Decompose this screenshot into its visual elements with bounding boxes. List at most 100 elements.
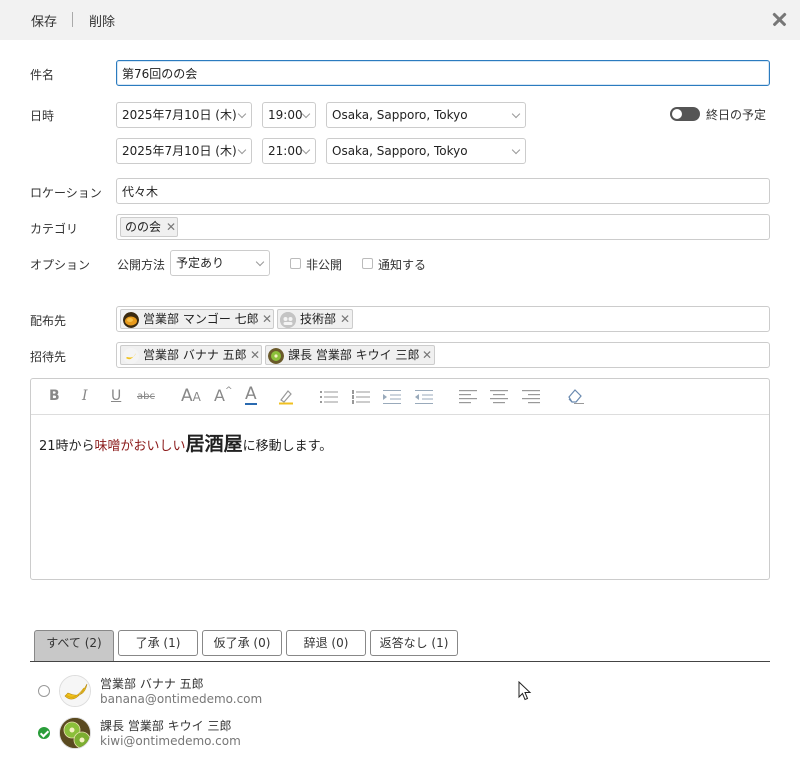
chevron-down-icon [237, 109, 247, 119]
mango-avatar-icon [123, 312, 139, 328]
kiwi-avatar-icon [59, 717, 91, 749]
bullet-list-icon[interactable] [320, 389, 338, 407]
chevron-down-icon [255, 257, 265, 267]
invitees-label: 招待先 [30, 350, 67, 364]
content-colored-text: 味噌がおいしい [94, 439, 186, 454]
invitees-field[interactable]: 営業部 バナナ 五郎 ✕ 課長 営業部 キウイ 三郎 ✕ [116, 342, 770, 368]
category-label: カテゴリ [30, 222, 79, 236]
chevron-down-icon [301, 109, 311, 119]
remove-tag-icon[interactable]: ✕ [340, 310, 350, 328]
private-label: 非公開 [306, 258, 343, 272]
category-field[interactable]: のの会 ✕ [116, 214, 770, 240]
highlight-icon[interactable] [277, 387, 295, 405]
tab-all[interactable]: すべて (2) [34, 630, 114, 661]
tab-tentative[interactable]: 仮了承 (0) [202, 630, 282, 656]
notify-label: 通知する [378, 258, 427, 272]
tag-label: 技術部 [300, 312, 337, 326]
remove-tag-icon[interactable]: ✕ [422, 346, 432, 364]
start-date-select[interactable]: 2025年7月10日 (木) [116, 102, 252, 128]
remove-tag-icon[interactable]: ✕ [262, 310, 272, 328]
outdent-icon[interactable] [415, 389, 433, 407]
end-date-select[interactable]: 2025年7月10日 (木) [116, 138, 252, 164]
top-toolbar: 保存 削除 [0, 0, 800, 40]
font-color-icon[interactable]: A [245, 385, 257, 405]
editor-toolbar: B I U abc AA A^ A [31, 379, 769, 415]
tab-declined[interactable]: 辞退 (0) [286, 630, 366, 656]
distribution-field[interactable]: 営業部 マンゴー 七郎 ✕ 技術部 ✕ [116, 306, 770, 332]
align-right-icon[interactable] [522, 389, 540, 407]
group-avatar-icon [280, 312, 296, 328]
end-timezone-select[interactable]: Osaka, Sapporo, Tokyo [326, 138, 526, 164]
chevron-down-icon [511, 145, 521, 155]
attendee-status-radio[interactable] [38, 685, 50, 697]
start-timezone-select[interactable]: Osaka, Sapporo, Tokyo [326, 102, 526, 128]
end-date-value: 2025年7月10日 (木) [122, 144, 237, 158]
options-label: オプション [30, 258, 91, 272]
clear-format-icon[interactable] [566, 387, 584, 405]
tab-accepted[interactable]: 了承 (1) [118, 630, 198, 656]
align-center-icon[interactable] [490, 389, 508, 407]
font-size-icon[interactable]: A^ [214, 386, 233, 405]
strikethrough-icon[interactable]: abc [137, 391, 155, 409]
attendee-email: banana@ontimedemo.com [100, 692, 263, 706]
visibility-select[interactable]: 予定あり [170, 250, 270, 276]
save-button[interactable]: 保存 [31, 11, 57, 30]
visibility-value: 予定あり [176, 256, 225, 270]
distribution-tag: 営業部 マンゴー 七郎 ✕ [120, 309, 274, 329]
toggle-knob [672, 109, 682, 119]
toolbar-divider [72, 12, 73, 27]
attendee-name: 課長 営業部 キウイ 三郎 [100, 719, 232, 733]
delete-button[interactable]: 削除 [89, 11, 115, 30]
rich-text-editor: B I U abc AA A^ A 21時から味噌がおいしい居酒屋に移動します。 [30, 378, 770, 580]
datetime-label: 日時 [30, 109, 55, 123]
location-input[interactable] [116, 178, 770, 204]
indent-icon[interactable] [383, 389, 401, 407]
attendee-email: kiwi@ontimedemo.com [100, 734, 241, 748]
align-left-icon[interactable] [459, 389, 477, 407]
content-bold-text: 居酒屋 [185, 433, 243, 455]
subject-input[interactable] [116, 60, 770, 86]
kiwi-avatar-icon [268, 348, 284, 364]
start-date-value: 2025年7月10日 (木) [122, 108, 237, 122]
accepted-check-icon [38, 727, 50, 739]
category-tag: のの会 ✕ [120, 217, 178, 237]
content-text: 21時から [39, 439, 95, 454]
banana-avatar-icon [123, 348, 139, 364]
allday-label: 終日の予定 [706, 108, 767, 122]
chevron-down-icon [301, 145, 311, 155]
distribution-tag: 技術部 ✕ [277, 309, 353, 329]
remove-tag-icon[interactable]: ✕ [166, 218, 176, 236]
subject-label: 件名 [30, 68, 55, 82]
font-family-icon[interactable]: AA [181, 386, 201, 406]
start-time-value: 19:00 [268, 108, 303, 122]
start-time-select[interactable]: 19:00 [262, 102, 316, 128]
remove-tag-icon[interactable]: ✕ [250, 346, 260, 364]
tag-label: 営業部 マンゴー 七郎 [143, 312, 259, 326]
tab-no-response[interactable]: 返答なし (1) [370, 630, 458, 656]
location-label: ロケーション [30, 186, 102, 200]
notify-checkbox[interactable] [362, 258, 373, 269]
italic-icon[interactable]: I [82, 388, 88, 406]
tag-label: 営業部 バナナ 五郎 [143, 348, 247, 362]
tag-label: のの会 [125, 220, 162, 234]
chevron-down-icon [511, 109, 521, 119]
distribution-label: 配布先 [30, 314, 67, 328]
end-time-select[interactable]: 21:00 [262, 138, 316, 164]
numbered-list-icon[interactable] [352, 389, 370, 407]
bold-icon[interactable]: B [49, 388, 60, 406]
banana-avatar-icon [59, 675, 91, 707]
end-timezone-value: Osaka, Sapporo, Tokyo [332, 144, 468, 158]
private-checkbox[interactable] [290, 258, 301, 269]
tag-label: 課長 営業部 キウイ 三郎 [288, 348, 420, 362]
chevron-down-icon [237, 145, 247, 155]
underline-icon[interactable]: U [111, 388, 121, 406]
allday-toggle[interactable] [670, 107, 700, 121]
mouse-cursor-icon [518, 680, 532, 704]
end-time-value: 21:00 [268, 144, 303, 158]
attendee-name: 営業部 バナナ 五郎 [100, 677, 204, 691]
editor-content[interactable]: 21時から味噌がおいしい居酒屋に移動します。 [39, 429, 332, 456]
content-text: に移動します。 [242, 439, 333, 454]
invitee-tag: 営業部 バナナ 五郎 ✕ [120, 345, 262, 365]
tabs-underline [30, 661, 770, 662]
close-icon[interactable] [766, 6, 792, 32]
